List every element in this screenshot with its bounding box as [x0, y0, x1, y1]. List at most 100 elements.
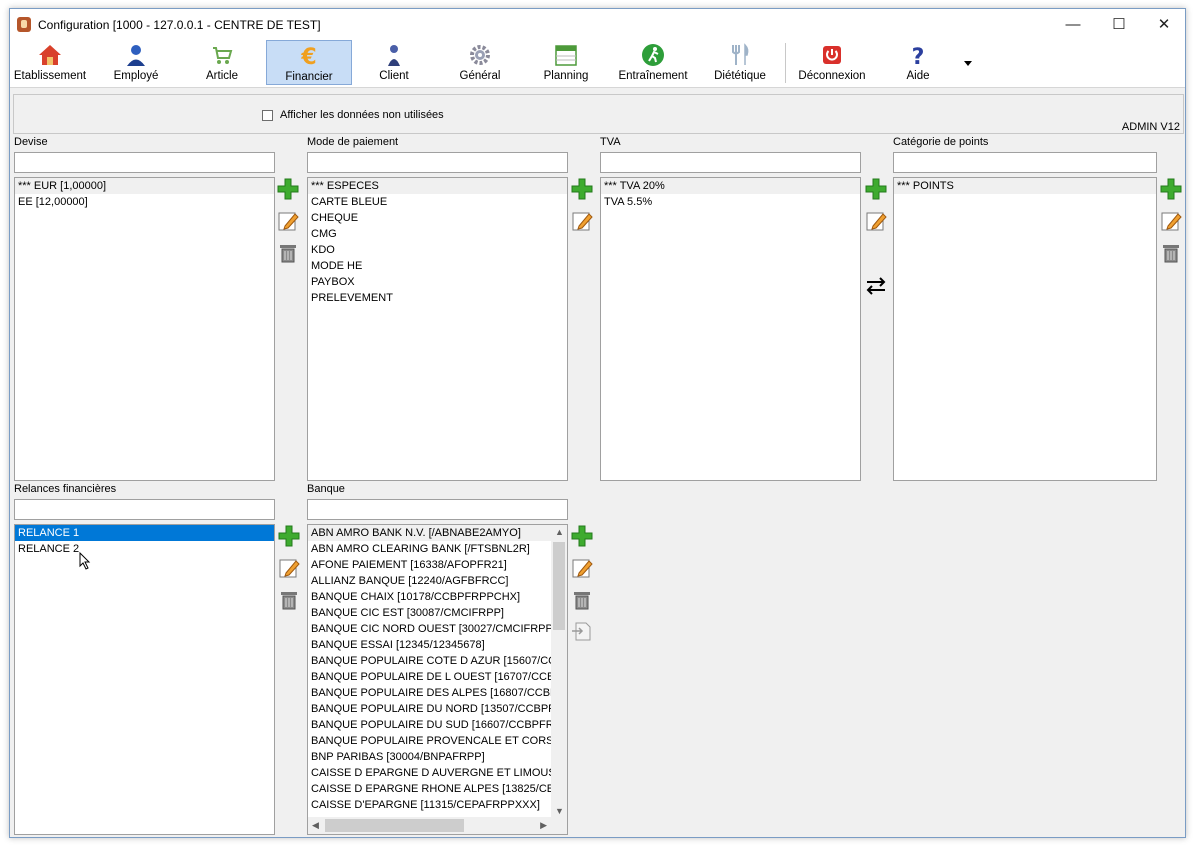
devise-filter-input[interactable] — [14, 152, 275, 173]
list-item[interactable]: TVA 5.5% — [601, 194, 860, 210]
banque-edit-icon[interactable] — [571, 557, 593, 579]
list-item[interactable]: *** POINTS — [894, 178, 1156, 194]
list-item[interactable]: BANQUE POPULAIRE DES ALPES [16807/CCBPFR — [308, 685, 551, 701]
toolbar-label: Employé — [113, 70, 159, 82]
scroll-right-icon[interactable]: ▶ — [540, 820, 547, 831]
show-unused-checkbox[interactable] — [262, 110, 273, 121]
list-item[interactable]: *** TVA 20% — [601, 178, 860, 194]
devise-delete-icon[interactable] — [277, 241, 299, 263]
mode-paiement-label: Mode de paiement — [307, 136, 399, 148]
list-item[interactable]: BANQUE CIC NORD OUEST [30027/CMCIFRPP] — [308, 621, 551, 637]
toolbar-label: Etablissement — [13, 70, 87, 82]
devise-list[interactable]: *** EUR [1,00000] EE [12,00000] — [14, 177, 275, 481]
list-item[interactable]: CMG — [308, 226, 567, 242]
list-item[interactable]: RELANCE 1 — [15, 525, 274, 541]
help-icon: ? — [912, 45, 925, 67]
minimize-button[interactable]: — — [1050, 9, 1096, 40]
list-item[interactable]: CAISSE D'EPARGNE [11315/CEPAFRPPXXX] — [308, 797, 551, 813]
categorie-points-list[interactable]: *** POINTS — [893, 177, 1157, 481]
relances-list[interactable]: RELANCE 1 RELANCE 2 — [14, 524, 275, 835]
relances-edit-icon[interactable] — [278, 557, 300, 579]
toolbar-employe-button[interactable]: Employé — [96, 40, 176, 85]
banque-list-items: ABN AMRO BANK N.V. [/ABNABE2AMYO] ABN AM… — [308, 525, 551, 813]
tva-edit-icon[interactable] — [865, 210, 887, 232]
devise-add-icon[interactable] — [277, 178, 299, 200]
mode-paiement-list[interactable]: *** ESPECES CARTE BLEUE CHEQUE CMG KDO M… — [307, 177, 568, 481]
list-item[interactable]: CAISSE D EPARGNE D AUVERGNE ET LIMOUSIN — [308, 765, 551, 781]
categorie-points-add-icon[interactable] — [1160, 178, 1182, 200]
toolbar-aide-button[interactable]: ? Aide — [878, 40, 958, 85]
list-item[interactable]: PAYBOX — [308, 274, 567, 290]
list-item[interactable]: PRELEVEMENT — [308, 290, 567, 306]
devise-edit-icon[interactable] — [277, 210, 299, 232]
list-item[interactable]: MODE HE — [308, 258, 567, 274]
scroll-corner — [551, 817, 567, 834]
relances-delete-icon[interactable] — [278, 588, 300, 610]
banque-list[interactable]: ABN AMRO BANK N.V. [/ABNABE2AMYO] ABN AM… — [307, 524, 568, 835]
list-item[interactable]: BANQUE ESSAI [12345/12345678] — [308, 637, 551, 653]
tva-label: TVA — [600, 136, 621, 148]
relances-label: Relances financières — [14, 483, 117, 495]
list-item[interactable]: ABN AMRO BANK N.V. [/ABNABE2AMYO] — [308, 525, 551, 541]
toolbar-planning-button[interactable]: Planning — [526, 40, 606, 85]
scroll-thumb[interactable] — [553, 542, 565, 630]
list-item[interactable]: BANQUE POPULAIRE DU SUD [16607/CCBPFRPP — [308, 717, 551, 733]
list-item[interactable]: BANQUE POPULAIRE DU NORD [13507/CCBPFRI — [308, 701, 551, 717]
banque-delete-icon[interactable] — [571, 588, 593, 610]
banque-horizontal-scrollbar[interactable]: ◀ ▶ — [308, 817, 551, 834]
banque-filter-input[interactable] — [307, 499, 568, 520]
toolbar-article-button[interactable]: Article — [182, 40, 262, 85]
toolbar-dietetique-button[interactable]: Diététique — [700, 40, 780, 85]
list-item[interactable]: ABN AMRO CLEARING BANK [/FTSBNL2R] — [308, 541, 551, 557]
cutlery-icon — [732, 43, 749, 65]
tva-add-icon[interactable] — [865, 178, 887, 200]
relances-add-icon[interactable] — [278, 525, 300, 547]
list-item[interactable]: BANQUE POPULAIRE PROVENCALE ET CORSE [14 — [308, 733, 551, 749]
toolbar-entrainement-button[interactable]: Entraînement — [610, 40, 696, 85]
toolbar-general-button[interactable]: Général — [440, 40, 520, 85]
options-bar: Afficher les données non utilisées ADMIN… — [13, 94, 1184, 134]
list-item[interactable]: *** ESPECES — [308, 178, 567, 194]
categorie-points-filter-input[interactable] — [893, 152, 1157, 173]
list-item[interactable]: CHEQUE — [308, 210, 567, 226]
svg-text:€: € — [300, 45, 316, 68]
close-button[interactable]: ✕ — [1141, 9, 1185, 40]
categorie-points-delete-icon[interactable] — [1160, 241, 1182, 263]
list-item[interactable]: BANQUE POPULAIRE COTE D AZUR [15607/CCBF — [308, 653, 551, 669]
mode-paiement-filter-input[interactable] — [307, 152, 568, 173]
list-item[interactable]: CAISSE D EPARGNE RHONE ALPES [13825/CEPA… — [308, 781, 551, 797]
maximize-button[interactable]: ☐ — [1096, 9, 1142, 40]
list-item[interactable]: BANQUE POPULAIRE DE L OUEST [16707/CCBPF — [308, 669, 551, 685]
toolbar-overflow-icon[interactable] — [963, 58, 973, 68]
list-item[interactable]: EE [12,00000] — [15, 194, 274, 210]
toolbar-client-button[interactable]: Client — [354, 40, 434, 85]
scroll-thumb[interactable] — [325, 819, 464, 832]
banque-import-icon[interactable] — [571, 620, 593, 642]
mode-paiement-add-icon[interactable] — [571, 178, 593, 200]
scroll-up-icon[interactable]: ▲ — [555, 527, 564, 537]
list-item[interactable]: KDO — [308, 242, 567, 258]
toolbar-financier-button[interactable]: € Financier — [266, 40, 352, 85]
toolbar-deconnexion-button[interactable]: Déconnexion — [790, 40, 874, 85]
banque-add-icon[interactable] — [571, 525, 593, 547]
toolbar-etablissement-button[interactable]: Etablissement — [10, 40, 90, 85]
categorie-points-edit-icon[interactable] — [1160, 210, 1182, 232]
relances-filter-input[interactable] — [14, 499, 275, 520]
swap-arrows-icon[interactable] — [865, 275, 887, 297]
mode-paiement-edit-icon[interactable] — [571, 210, 593, 232]
list-item[interactable]: ALLIANZ BANQUE [12240/AGFBFRCC] — [308, 573, 551, 589]
list-item[interactable]: AFONE PAIEMENT [16338/AFOPFR21] — [308, 557, 551, 573]
banque-vertical-scrollbar[interactable]: ▲ ▼ — [551, 525, 567, 817]
list-item[interactable]: BNP PARIBAS [30004/BNPAFRPP] — [308, 749, 551, 765]
list-item[interactable]: RELANCE 2 — [15, 541, 274, 557]
scroll-left-icon[interactable]: ◀ — [312, 820, 319, 831]
list-item[interactable]: BANQUE CHAIX [10178/CCBPFRPPCHX] — [308, 589, 551, 605]
show-unused-label: Afficher les données non utilisées — [280, 109, 444, 121]
list-item[interactable]: *** EUR [1,00000] — [15, 178, 274, 194]
tva-list[interactable]: *** TVA 20% TVA 5.5% — [600, 177, 861, 481]
tva-filter-input[interactable] — [600, 152, 861, 173]
list-item[interactable]: CARTE BLEUE — [308, 194, 567, 210]
euro-icon: € — [300, 45, 316, 68]
list-item[interactable]: BANQUE CIC EST [30087/CMCIFRPP] — [308, 605, 551, 621]
scroll-down-icon[interactable]: ▼ — [555, 806, 564, 816]
